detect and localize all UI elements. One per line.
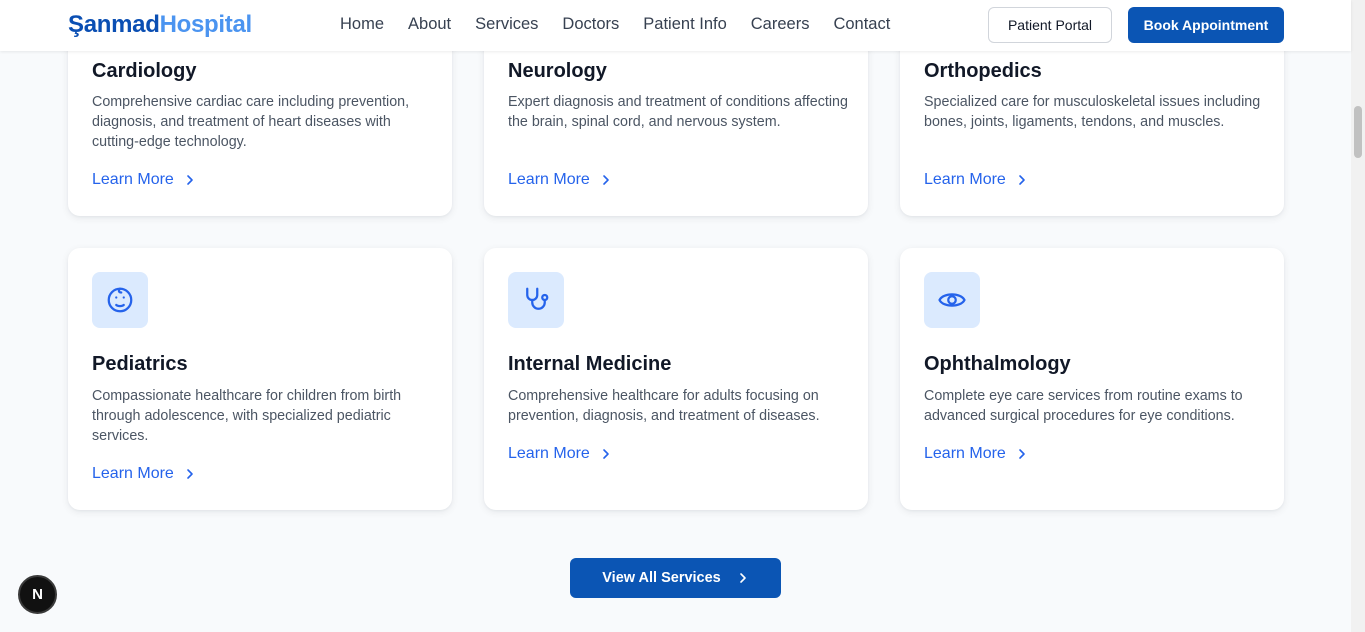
learn-more-label: Learn More <box>508 445 590 462</box>
card-title: Orthopedics <box>924 60 1042 82</box>
card-title: Cardiology <box>92 60 197 82</box>
nav-careers[interactable]: Careers <box>751 15 810 34</box>
card-description: Complete eye care services from routine … <box>924 388 1243 424</box>
stethoscope-icon <box>526 287 549 310</box>
nav-services[interactable]: Services <box>475 15 538 34</box>
chevron-right-icon <box>603 175 609 185</box>
learn-more-label: Learn More <box>508 171 590 188</box>
chevron-right-icon <box>603 449 609 459</box>
icon-container <box>508 272 564 328</box>
nav-contact[interactable]: Contact <box>833 15 890 34</box>
nextjs-dev-badge[interactable]: N <box>18 575 57 614</box>
book-appointment-button[interactable]: Book Appointment <box>1128 7 1284 43</box>
card-description: Comprehensive cardiac care including pre… <box>92 94 410 150</box>
card-title: Neurology <box>508 60 607 82</box>
nav-about[interactable]: About <box>408 15 451 34</box>
nav-patient-info[interactable]: Patient Info <box>643 15 726 34</box>
patient-portal-button[interactable]: Patient Portal <box>988 7 1112 43</box>
chevron-right-icon <box>187 175 193 185</box>
baby-face-icon <box>107 287 133 313</box>
page-scrollbar[interactable] <box>1351 0 1365 632</box>
icon-container <box>92 272 148 328</box>
card-title: Internal Medicine <box>508 353 672 375</box>
service-card-pediatrics: Pediatrics Compassionate healthcare for … <box>68 248 452 510</box>
chevron-right-icon <box>1019 175 1025 185</box>
nav-doctors[interactable]: Doctors <box>562 15 619 34</box>
nav-home[interactable]: Home <box>340 15 384 34</box>
learn-more-label: Learn More <box>924 445 1006 462</box>
site-logo[interactable]: ŞanmadHospital <box>68 11 252 39</box>
card-description: Compassionate healthcare for children fr… <box>92 388 402 444</box>
service-card-ophthalmology: Ophthalmology Complete eye care services… <box>900 248 1284 510</box>
learn-more-link[interactable]: Learn More <box>92 465 196 483</box>
card-description: Expert diagnosis and treatment of condit… <box>508 94 848 130</box>
learn-more-link[interactable]: Learn More <box>924 445 1028 463</box>
chevron-right-icon <box>187 469 193 479</box>
card-title: Ophthalmology <box>924 353 1071 375</box>
chevron-right-icon <box>1019 449 1025 459</box>
card-description: Specialized care for musculoskeletal iss… <box>924 94 1261 130</box>
learn-more-label: Learn More <box>92 171 174 188</box>
learn-more-label: Learn More <box>92 465 174 482</box>
card-title: Pediatrics <box>92 353 188 375</box>
chevron-right-icon <box>739 573 746 583</box>
learn-more-link[interactable]: Learn More <box>924 171 1028 189</box>
scrollbar-thumb[interactable] <box>1354 106 1362 158</box>
learn-more-link[interactable]: Learn More <box>508 171 612 189</box>
main-nav: Home About Services Doctors Patient Info… <box>340 15 890 34</box>
logo-part-1: Şanmad <box>68 11 160 38</box>
learn-more-label: Learn More <box>924 171 1006 188</box>
view-all-services-button[interactable]: View All Services <box>570 558 781 598</box>
learn-more-link[interactable]: Learn More <box>92 171 196 189</box>
icon-container <box>924 272 980 328</box>
learn-more-link[interactable]: Learn More <box>508 445 612 463</box>
logo-part-2: Hospital <box>159 11 253 38</box>
site-header: ŞanmadHospital Home About Services Docto… <box>0 0 1351 51</box>
view-all-services-label: View All Services <box>602 570 721 586</box>
card-description: Comprehensive healthcare for adults focu… <box>508 388 820 424</box>
eye-icon <box>938 293 966 307</box>
service-card-internal-medicine: Internal Medicine Comprehensive healthca… <box>484 248 868 510</box>
